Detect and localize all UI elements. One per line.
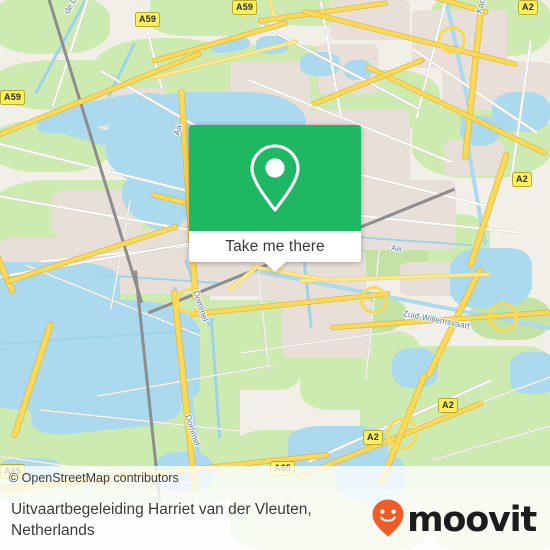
moovit-logo[interactable]: moovit — [371, 498, 537, 543]
map-pin-icon — [247, 142, 303, 214]
highway-shield: A59 — [232, 0, 258, 15]
osm-attribution-text[interactable]: © OpenStreetMap contributors — [0, 471, 179, 485]
highway-shield: A2 — [512, 172, 532, 187]
take-me-there-label[interactable]: Take me there — [225, 238, 325, 256]
map-attribution-bar: © OpenStreetMap contributors — [0, 466, 550, 490]
place-name-label: Uitvaartbegeleiding Harriet van der Vleu… — [11, 501, 312, 539]
callout-action-panel[interactable]: Take me there — [189, 231, 361, 272]
footer-bar: de DiezeAaDommelDommelZuid-WillemsvaartA… — [0, 490, 550, 550]
moovit-pin-icon — [371, 498, 405, 543]
moovit-wordmark: moovit — [407, 499, 537, 540]
map-screenshot: de DiezeAaDommelDommelZuid-WillemsvaartA… — [0, 0, 550, 550]
footer-inner: Uitvaartbegeleiding Harriet van der Vleu… — [0, 490, 550, 550]
highway-shield: A2 — [363, 430, 383, 445]
highway-shield: A2 — [518, 0, 538, 15]
highway-shield: A59 — [0, 90, 26, 105]
callout-icon-panel — [189, 125, 361, 231]
map-callout-card[interactable]: Take me there — [189, 125, 361, 272]
callout-tail — [264, 262, 286, 272]
highway-shield: A2 — [438, 398, 458, 413]
highway-shield: A59 — [135, 12, 161, 27]
